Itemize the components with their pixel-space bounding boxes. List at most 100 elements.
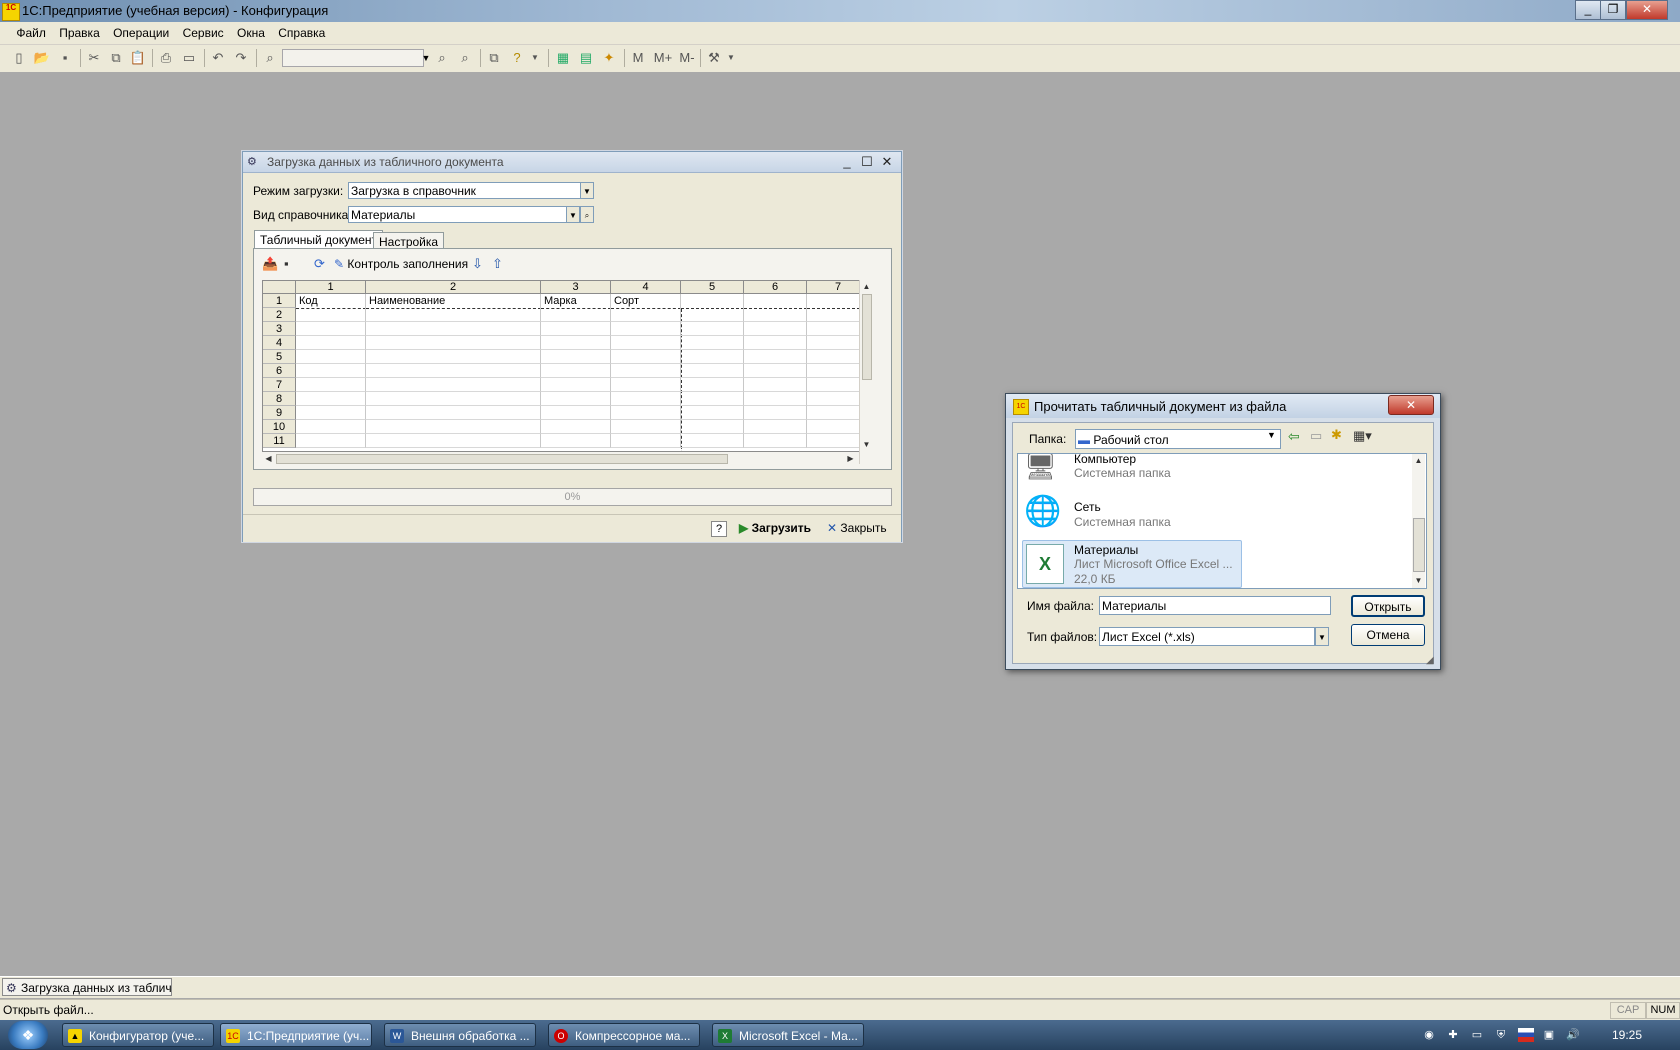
load-window-title-bar[interactable]: ⚙ Загрузка данных из табличного документ… xyxy=(243,152,901,173)
find-icon[interactable]: ⌕ xyxy=(261,49,279,67)
open-dialog-title-bar[interactable]: 1С Прочитать табличный документ из файла… xyxy=(1006,394,1440,418)
task-excel[interactable]: X Microsoft Excel - Ма... xyxy=(712,1023,864,1047)
find-prev-icon[interactable]: ⌕ xyxy=(456,49,474,67)
clock[interactable]: 19:25 xyxy=(1612,1028,1642,1042)
grid-cell[interactable] xyxy=(807,406,859,420)
scroll-up-icon[interactable]: ▲ xyxy=(860,280,873,293)
column-header[interactable]: 1 xyxy=(296,281,366,294)
column-header[interactable]: 5 xyxy=(681,281,744,294)
column-header[interactable]: 7 xyxy=(807,281,859,294)
grid-cell[interactable] xyxy=(807,392,859,406)
memory-m-plus-button[interactable]: M+ xyxy=(652,49,674,67)
grid-cell[interactable] xyxy=(366,392,541,406)
grid-cell[interactable] xyxy=(296,308,366,322)
grid-cell[interactable] xyxy=(296,378,366,392)
grid-cell[interactable] xyxy=(681,350,744,364)
scroll-left-icon[interactable]: ◀ xyxy=(262,452,275,465)
grid-cell[interactable] xyxy=(807,308,859,322)
grid-cell[interactable] xyxy=(541,434,611,448)
grid-cell[interactable] xyxy=(681,294,744,309)
grid-cell[interactable] xyxy=(807,364,859,378)
row-header[interactable]: 5 xyxy=(263,350,296,364)
menu-file[interactable]: Файл xyxy=(11,22,51,44)
tray-network-icon[interactable]: ◉ xyxy=(1422,1028,1436,1042)
grid-cell[interactable] xyxy=(366,364,541,378)
file-scroll-thumb[interactable] xyxy=(1413,518,1425,572)
row-header[interactable]: 3 xyxy=(263,322,296,336)
file-scroll-up-icon[interactable]: ▲ xyxy=(1412,454,1425,467)
column-header[interactable]: 4 xyxy=(611,281,681,294)
mode-dropdown-icon[interactable]: ▼ xyxy=(580,182,594,199)
load-from-file-icon[interactable]: 📤 xyxy=(262,256,278,272)
grid-cell[interactable] xyxy=(541,336,611,350)
mode-select[interactable]: Загрузка в справочник xyxy=(348,182,582,199)
spreadsheet-grid[interactable]: 1 2 3 4 5 6 7 Код Наименование Марка Сор… xyxy=(262,280,860,452)
header-cell-code[interactable]: Код xyxy=(296,294,366,309)
save-icon[interactable]: ▪ xyxy=(56,49,74,67)
grid-cell[interactable] xyxy=(611,322,681,336)
grid-cell[interactable] xyxy=(744,350,807,364)
grid-cell[interactable] xyxy=(681,364,744,378)
grid-cell[interactable] xyxy=(366,322,541,336)
tray-monitor-icon[interactable]: ▣ xyxy=(1542,1028,1556,1042)
help-1c-icon[interactable]: ? xyxy=(508,49,526,67)
grid-cell[interactable] xyxy=(296,350,366,364)
grid-cell[interactable] xyxy=(541,350,611,364)
move-down-icon[interactable]: ⇩ xyxy=(472,256,483,272)
grid-cell[interactable] xyxy=(541,420,611,434)
row-header[interactable]: 1 xyxy=(263,294,296,308)
paste-icon[interactable]: 📋 xyxy=(129,49,147,67)
grid-cell[interactable] xyxy=(296,392,366,406)
resize-grip-icon[interactable]: ◢ xyxy=(1426,655,1434,666)
grid-cell[interactable] xyxy=(611,420,681,434)
open-dialog-close-button[interactable]: ✕ xyxy=(1388,395,1434,415)
start-button[interactable]: ❖ xyxy=(8,1021,48,1049)
redo-icon[interactable]: ↷ xyxy=(232,49,250,67)
grid-cell[interactable] xyxy=(366,350,541,364)
file-item-name[interactable]: Компьютер xyxy=(1074,454,1136,466)
grid-cell[interactable] xyxy=(296,322,366,336)
load-button[interactable]: ▶ Загрузить xyxy=(739,521,811,535)
header-cell-brand[interactable]: Марка xyxy=(541,294,611,309)
grid-cell[interactable] xyxy=(541,378,611,392)
scroll-right-icon[interactable]: ▶ xyxy=(844,452,857,465)
grid-cell[interactable] xyxy=(744,406,807,420)
tray-folder-icon[interactable]: ▭ xyxy=(1470,1028,1484,1042)
grid-cell[interactable] xyxy=(744,336,807,350)
task-configurator[interactable]: ▲ Конфигуратор (уче... xyxy=(62,1023,214,1047)
file-scroll-down-icon[interactable]: ▼ xyxy=(1412,574,1425,587)
ref-dropdown-icon[interactable]: ▼ xyxy=(566,206,580,223)
refresh-icon[interactable]: ⟳ xyxy=(314,256,325,272)
column-header[interactable]: 6 xyxy=(744,281,807,294)
grid-cell[interactable] xyxy=(296,434,366,448)
table-icon[interactable]: ▦ xyxy=(554,49,572,67)
grid-cell[interactable] xyxy=(681,434,744,448)
file-list-scrollbar[interactable]: ▲ ▼ xyxy=(1412,454,1425,588)
grid-cell[interactable] xyxy=(611,434,681,448)
view-menu-icon[interactable]: ▦▾ xyxy=(1353,428,1372,444)
toolbar-search-dropdown-icon[interactable]: ▼ xyxy=(420,49,432,67)
language-flag-icon[interactable] xyxy=(1518,1028,1534,1042)
move-up-icon[interactable]: ⇧ xyxy=(492,256,503,272)
find-next-icon[interactable]: ⌕ xyxy=(433,49,451,67)
grid-cell[interactable] xyxy=(807,434,859,448)
grid-cell[interactable] xyxy=(744,294,807,309)
grid-cell[interactable] xyxy=(681,322,744,336)
ref-search-icon[interactable]: ⌕ xyxy=(580,206,594,223)
windows-icon[interactable]: ⧉ xyxy=(485,49,503,67)
new-folder-icon[interactable]: ✱ xyxy=(1331,427,1342,443)
grid-cell[interactable] xyxy=(807,294,859,309)
tools-dropdown-icon[interactable]: ▼ xyxy=(722,49,740,67)
grid-cell[interactable] xyxy=(681,420,744,434)
menu-operations[interactable]: Операции xyxy=(108,22,174,44)
grid-cell[interactable] xyxy=(541,322,611,336)
grid-cell[interactable] xyxy=(611,308,681,322)
grid-horizontal-scrollbar[interactable]: ◀ ▶ xyxy=(262,452,858,465)
grid-cell[interactable] xyxy=(681,392,744,406)
grid-cell[interactable] xyxy=(611,406,681,420)
cancel-button[interactable]: Отмена xyxy=(1351,624,1425,646)
header-cell-sort[interactable]: Сорт xyxy=(611,294,681,309)
volume-icon[interactable]: 🔊 xyxy=(1566,1028,1580,1042)
menu-windows[interactable]: Окна xyxy=(232,22,270,44)
grid-cell[interactable] xyxy=(681,406,744,420)
